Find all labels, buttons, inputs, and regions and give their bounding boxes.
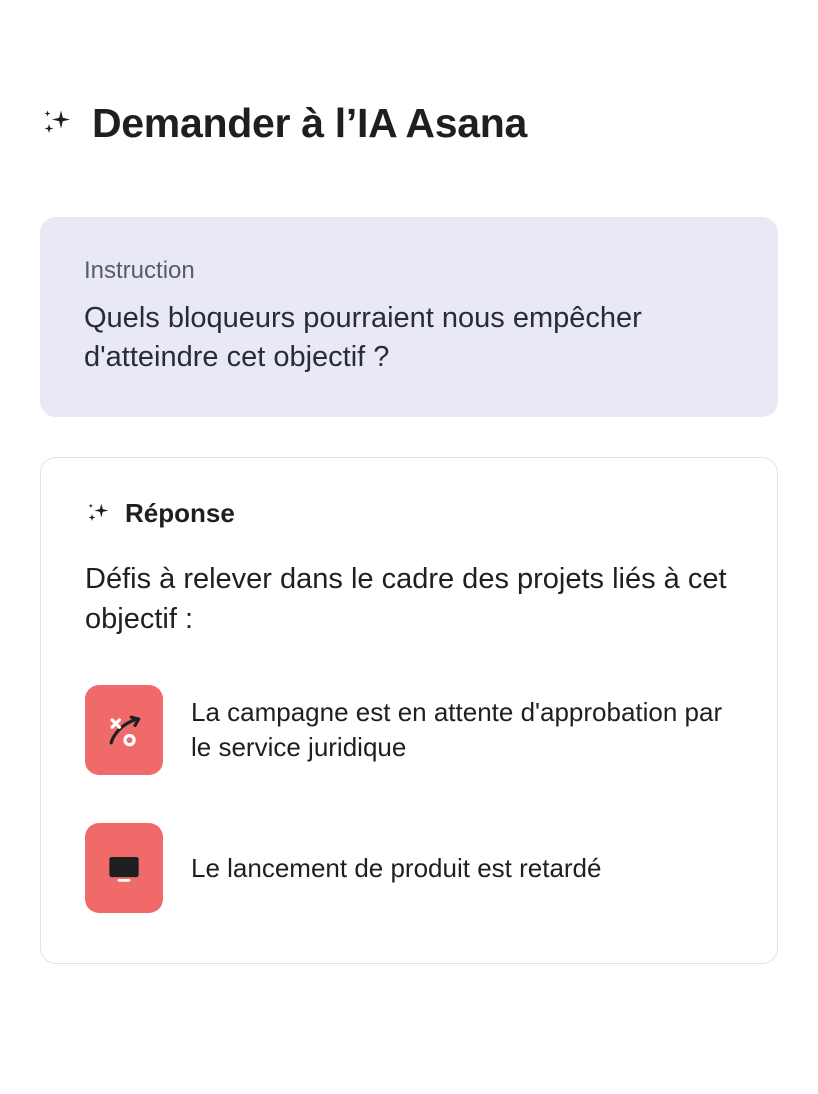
page-header: Demander à l’IA Asana bbox=[40, 100, 778, 147]
response-card: Réponse Défis à relever dans le cadre de… bbox=[40, 457, 778, 964]
response-header: Réponse bbox=[85, 498, 733, 529]
path-blocked-icon bbox=[85, 685, 163, 775]
monitor-icon bbox=[85, 823, 163, 913]
page-title: Demander à l’IA Asana bbox=[92, 100, 527, 147]
sparkle-icon bbox=[40, 106, 76, 142]
response-label: Réponse bbox=[125, 498, 235, 529]
instruction-label: Instruction bbox=[84, 257, 734, 285]
instruction-text: Quels bloqueurs pourraient nous empêcher… bbox=[84, 299, 734, 377]
response-summary: Défis à relever dans le cadre des projet… bbox=[85, 559, 733, 639]
list-item: La campagne est en attente d'approbation… bbox=[85, 685, 733, 775]
list-item: Le lancement de produit est retardé bbox=[85, 823, 733, 913]
instruction-card: Instruction Quels bloqueurs pourraient n… bbox=[40, 217, 778, 417]
challenge-text: La campagne est en attente d'approbation… bbox=[191, 695, 733, 765]
connector-line bbox=[128, 417, 130, 457]
sparkle-icon bbox=[85, 500, 113, 528]
challenge-text: Le lancement de produit est retardé bbox=[191, 851, 601, 886]
